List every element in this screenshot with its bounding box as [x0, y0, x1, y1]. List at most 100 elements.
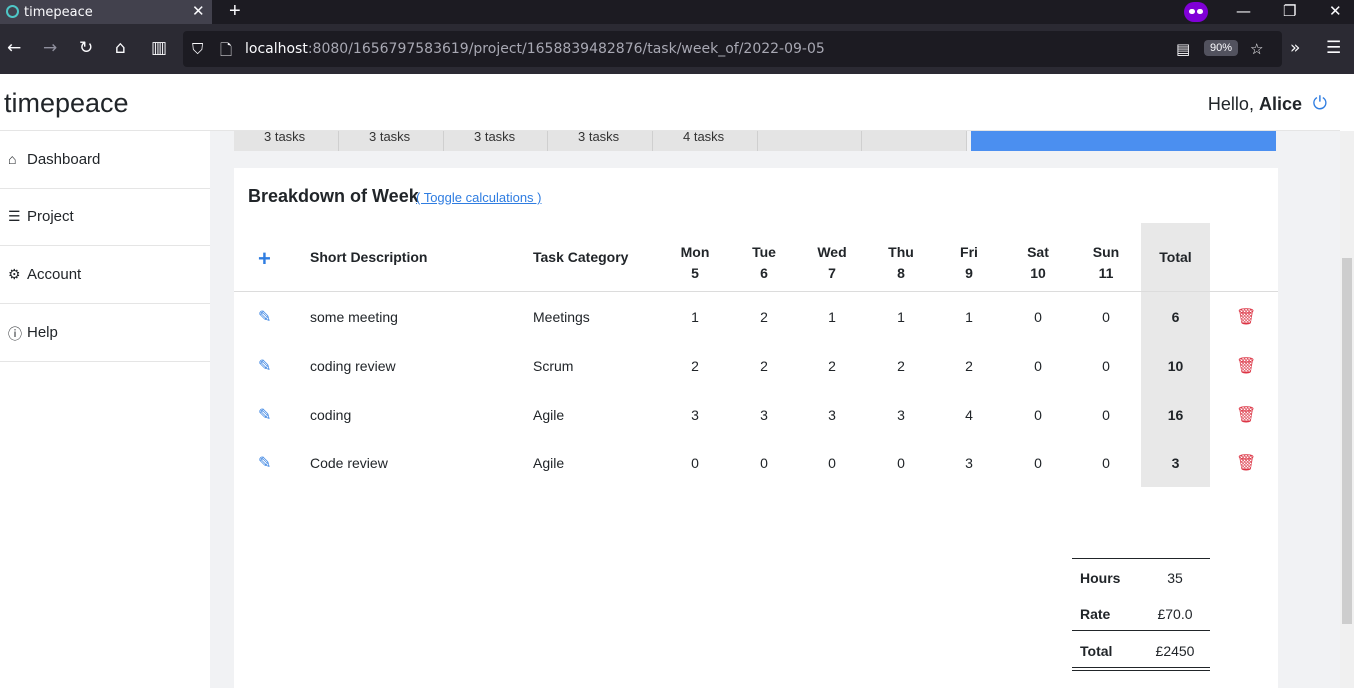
- summary-double-rule: [1072, 670, 1210, 671]
- hours-cell: 0: [1102, 309, 1110, 325]
- day-tab[interactable]: 3 tasks: [548, 129, 653, 151]
- sidebar-item-project[interactable]: ☰ Project: [0, 188, 210, 246]
- hours-cell: 2: [691, 358, 699, 374]
- window-close-icon[interactable]: ✕: [1329, 2, 1342, 20]
- day-tab[interactable]: 3 tasks: [339, 129, 444, 151]
- hours-cell: 0: [1102, 455, 1110, 471]
- col-header-sun: Sun 11: [1092, 244, 1120, 281]
- row-total: 10: [1167, 358, 1184, 374]
- hours-cell: 3: [691, 407, 699, 423]
- summary-mid-rule: [1072, 630, 1210, 631]
- hours-cell: 3: [828, 407, 836, 423]
- sidebar-item-dashboard[interactable]: ⌂ Dashboard: [0, 131, 210, 189]
- day-tab[interactable]: [758, 131, 862, 151]
- sidebar-item-help[interactable]: ⓘ Help: [0, 304, 210, 362]
- summary-hours-label: Hours: [1080, 570, 1121, 586]
- gear-icon: ⚙: [8, 266, 21, 282]
- sidebar: ⌂ Dashboard ☰ Project ⚙ Account ⓘ Help: [0, 131, 210, 688]
- summary-total-value: £2450: [1155, 643, 1195, 659]
- day-tab[interactable]: 3 tasks: [444, 129, 548, 151]
- browser-tab[interactable]: timepeace ✕: [0, 0, 212, 24]
- table-header-divider: [234, 291, 1278, 292]
- url-text[interactable]: localhost:8080/1656797583619/project/165…: [245, 41, 825, 57]
- task-category: Scrum: [533, 358, 574, 374]
- tab-close-icon[interactable]: ✕: [192, 2, 205, 20]
- private-browsing-icon: [1184, 2, 1208, 22]
- hours-cell: 1: [897, 309, 905, 325]
- main-content: 3 tasks 3 tasks 3 tasks 3 tasks 4 tasks …: [210, 129, 1340, 698]
- row-total: 3: [1171, 455, 1180, 471]
- task-description: coding: [310, 407, 352, 423]
- col-header-fri: Fri 9: [960, 244, 978, 281]
- hours-cell: 3: [897, 407, 905, 423]
- logout-icon[interactable]: ⏻: [1313, 93, 1327, 114]
- home-button-icon[interactable]: ⌂: [115, 38, 126, 58]
- url-bar[interactable]: ⛉ 🗋 localhost:8080/1656797583619/project…: [183, 31, 1282, 67]
- restore-icon[interactable]: ❐: [1283, 2, 1296, 20]
- hours-cell: 0: [1034, 407, 1042, 423]
- edit-pencil-icon[interactable]: ✎: [258, 307, 271, 327]
- scrollbar-thumb[interactable]: [1342, 258, 1352, 624]
- menu-icon[interactable]: ☰: [1326, 38, 1341, 58]
- toggle-calculations-link[interactable]: ( Toggle calculations ): [416, 190, 542, 205]
- summary-hours-value: 35: [1167, 570, 1183, 586]
- hours-cell: 0: [760, 455, 768, 471]
- col-header-tue: Tue 6: [752, 244, 776, 281]
- help-icon: ⓘ: [8, 326, 22, 342]
- add-task-icon[interactable]: +: [258, 246, 271, 272]
- reader-view-icon[interactable]: ▤: [1176, 40, 1190, 58]
- hours-cell: 0: [1102, 407, 1110, 423]
- row-total: 6: [1171, 309, 1180, 325]
- edit-pencil-icon[interactable]: ✎: [258, 405, 271, 425]
- reload-icon[interactable]: ↻: [79, 38, 93, 58]
- trash-icon[interactable]: 🗑: [1236, 405, 1256, 425]
- zoom-badge[interactable]: 90%: [1204, 40, 1239, 56]
- new-tab-icon[interactable]: +: [229, 0, 241, 23]
- day-tab[interactable]: 3 tasks: [234, 129, 339, 151]
- hours-cell: 0: [1102, 358, 1110, 374]
- overflow-chevron-icon[interactable]: »: [1290, 38, 1300, 58]
- sidebar-item-label: Dashboard: [27, 151, 101, 168]
- col-header-thu: Thu 8: [888, 244, 914, 281]
- hours-cell: 0: [691, 455, 699, 471]
- tab-title: timepeace: [24, 5, 93, 20]
- sidebar-toggle-icon[interactable]: ▥: [151, 38, 167, 58]
- hours-cell: 0: [828, 455, 836, 471]
- bookmark-star-icon[interactable]: ☆: [1250, 40, 1263, 58]
- summary-rate-label: Rate: [1080, 606, 1111, 622]
- hours-cell: 2: [828, 358, 836, 374]
- edit-pencil-icon[interactable]: ✎: [258, 356, 271, 376]
- task-description: coding review: [310, 358, 396, 374]
- shield-icon[interactable]: ⛉: [192, 40, 203, 58]
- summary-bottom-rule: [1072, 667, 1210, 668]
- trash-icon[interactable]: 🗑: [1236, 307, 1256, 327]
- hours-cell: 2: [897, 358, 905, 374]
- trash-icon[interactable]: 🗑: [1236, 453, 1256, 473]
- edit-pencil-icon[interactable]: ✎: [258, 453, 271, 473]
- favicon-icon: [6, 5, 19, 18]
- day-tab[interactable]: [862, 131, 967, 151]
- trash-icon[interactable]: 🗑: [1236, 356, 1256, 376]
- hours-cell: 3: [760, 407, 768, 423]
- hours-cell: 1: [691, 309, 699, 325]
- hours-cell: 1: [828, 309, 836, 325]
- summary-total-label: Total: [1080, 643, 1113, 659]
- sidebar-item-account[interactable]: ⚙ Account: [0, 246, 210, 304]
- browser-toolbar: ← → ↻ ⌂ ▥ ⛉ 🗋 localhost:8080/16567975836…: [0, 24, 1354, 74]
- minimize-icon[interactable]: —: [1236, 2, 1251, 20]
- col-header-description: Short Description: [310, 249, 428, 265]
- page-icon[interactable]: 🗋: [220, 40, 232, 65]
- user-greeting: Hello, Alice: [1207, 94, 1302, 114]
- task-description: some meeting: [310, 309, 398, 325]
- day-tab[interactable]: 4 tasks: [653, 129, 758, 151]
- forward-icon[interactable]: →: [43, 38, 57, 58]
- user-name: Alice: [1258, 94, 1302, 114]
- home-icon: ⌂: [8, 151, 17, 167]
- back-icon[interactable]: ←: [7, 38, 21, 58]
- active-day-tab[interactable]: [971, 131, 1276, 151]
- brand-logo[interactable]: timepeace: [4, 88, 129, 119]
- hours-cell: 0: [1034, 455, 1042, 471]
- hours-cell: 1: [965, 309, 973, 325]
- list-icon: ☰: [8, 208, 21, 224]
- task-description: Code review: [310, 455, 388, 471]
